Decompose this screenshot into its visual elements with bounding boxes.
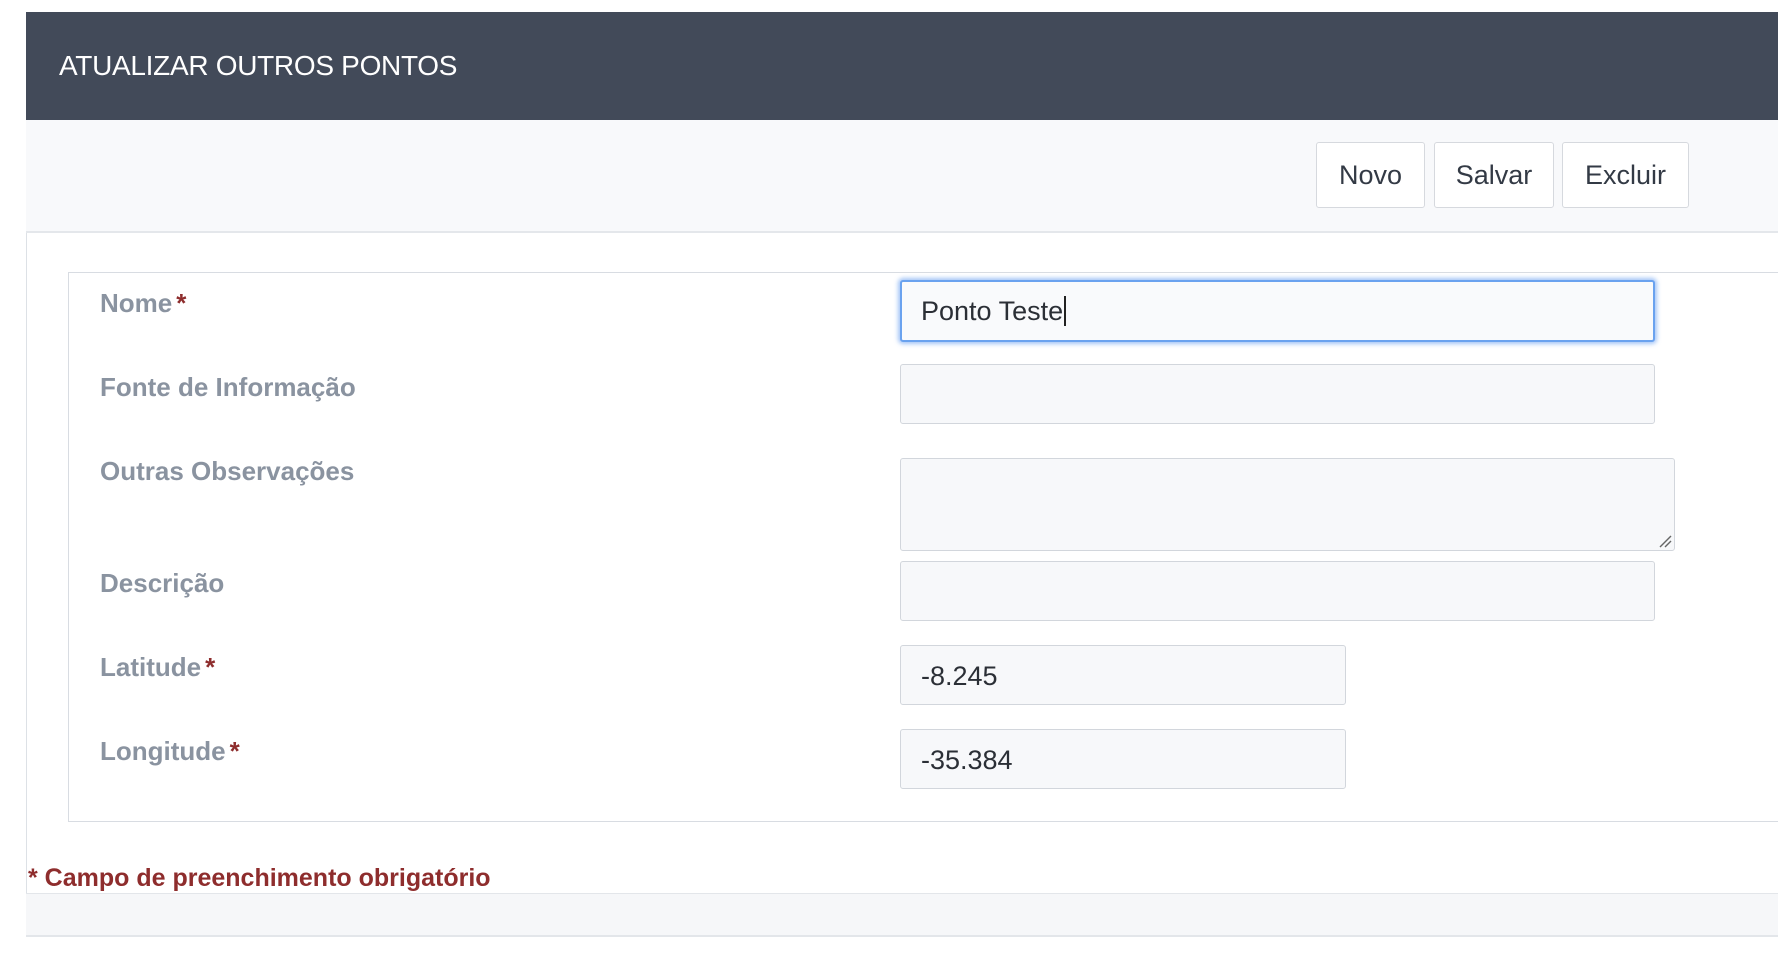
page-title: ATUALIZAR OUTROS PONTOS: [59, 50, 458, 81]
nome-label: Nome *: [100, 288, 186, 318]
fonte-label: Fonte de Informação: [100, 372, 356, 402]
longitude-label-text: Longitude: [100, 736, 226, 766]
observacoes-label: Outras Observações: [100, 456, 355, 486]
latitude-input[interactable]: -8.245: [900, 645, 1346, 705]
nome-input-value: Ponto Teste: [921, 296, 1064, 326]
latitude-label-text: Latitude: [100, 652, 202, 682]
panel-header: ATUALIZAR OUTROS PONTOS: [26, 12, 1778, 120]
text-caret: [1064, 295, 1067, 326]
required-mark: *: [205, 652, 216, 682]
nome-label-text: Nome: [100, 288, 173, 318]
nome-input[interactable]: Ponto Teste: [900, 280, 1655, 342]
delete-button[interactable]: Excluir: [1562, 142, 1689, 208]
descricao-label: Descrição: [100, 568, 225, 598]
required-mark: *: [176, 288, 187, 318]
new-button[interactable]: Novo: [1316, 142, 1425, 208]
required-field-note: * Campo de preenchimento obrigatório: [28, 864, 491, 892]
latitude-label: Latitude *: [100, 652, 215, 682]
longitude-input[interactable]: -35.384: [900, 729, 1346, 789]
observacoes-textarea[interactable]: [900, 458, 1675, 551]
footer-bar: [26, 893, 1778, 937]
save-button[interactable]: Salvar: [1434, 142, 1554, 208]
required-mark: *: [229, 736, 240, 766]
longitude-label: Longitude *: [100, 736, 240, 766]
descricao-input[interactable]: [900, 561, 1655, 621]
resize-handle-icon[interactable]: [1656, 532, 1672, 548]
fonte-input[interactable]: [900, 364, 1655, 424]
